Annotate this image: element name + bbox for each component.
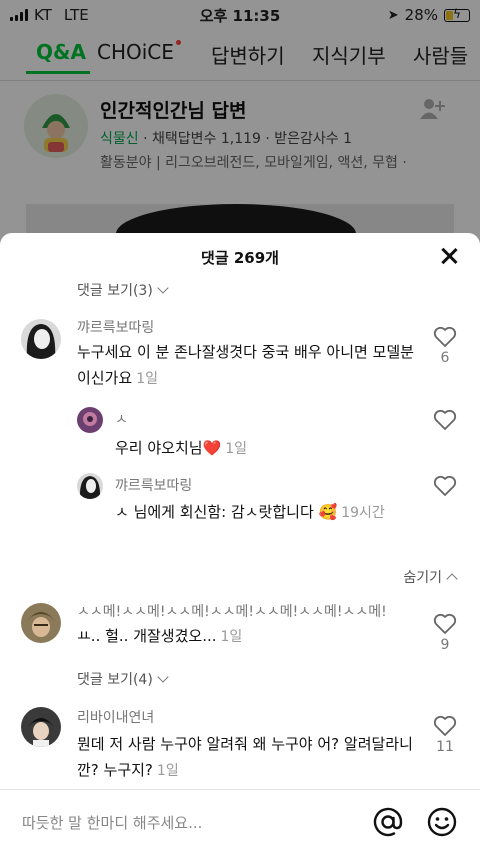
comment-body: 뭔데 저 사람 누구야 알려줘 왜 누구야 어? 알려달라니깐? 누구지? [77,735,413,779]
like-button[interactable] [430,409,460,431]
heart-icon [433,409,457,430]
comment-time: 1일 [220,629,243,645]
reply-time: 19시간 [341,505,385,521]
user-avatar[interactable] [21,707,61,747]
heart-icon [433,326,457,347]
comment-input[interactable]: 따듯한 말 한마디 해주세요... [22,812,202,833]
hide-replies-label: 숨기기 [403,570,442,586]
comment-item: 꺄르륵보따링 누구세요 이 분 존나잘생겻다 중국 배우 아니면 모델분이신가요… [21,319,461,399]
chevron-down-icon [157,282,169,294]
heart-icon [433,475,457,496]
heart-icon [433,715,457,736]
comment-time: 1일 [136,371,158,387]
like-button[interactable]: 11 [430,715,460,755]
like-button[interactable]: 9 [430,613,460,653]
heart-icon [433,613,457,634]
comment-count-title: 댓글 269개 [201,249,279,267]
like-button[interactable]: 6 [430,326,460,366]
view-replies-button[interactable]: 댓글 보기(3) [77,280,169,300]
reply-text: 우리 야오치님❤️ 1일 [115,435,365,462]
reply-item: ㅅ 우리 야오치님❤️ 1일 [77,407,377,467]
reply-text: ㅅ 님에게 회신함: 감ㅅ랏합니다 🥰 19시간 [115,499,385,526]
reply-body: ㅅ 님에게 회신함: 감ㅅ랏합니다 🥰 [115,503,338,521]
hide-replies-button[interactable]: 숨기기 [403,567,458,587]
like-count: 11 [436,739,454,755]
user-avatar[interactable] [77,407,103,433]
view-replies-label: 댓글 보기(4) [77,672,153,688]
reply-time: 1일 [225,441,248,457]
reply-username[interactable]: 꺄르륵보따링 [115,475,192,495]
comment-username[interactable]: 리바이내연녀 [77,707,154,727]
comment-body: ㅛ.. 헐.. 개잘생겼오... [77,627,217,645]
view-replies-label: 댓글 보기(3) [77,283,153,299]
comment-text: ㅛ.. 헐.. 개잘생겼오... 1일 [77,623,397,650]
comment-compose-bar: 따듯한 말 한마디 해주세요... [0,789,480,854]
user-avatar[interactable] [77,473,103,499]
comment-item: ㅅㅅ메!ㅅㅅ메!ㅅㅅ메!ㅅㅅ메!ㅅㅅ메!ㅅㅅ메!ㅅㅅ메! ㅛ.. 헐.. 개잘생… [21,603,461,663]
reply-body: 우리 야오치님❤️ [115,439,222,457]
comment-text: 뭔데 저 사람 누구야 알려줘 왜 누구야 어? 알려달라니깐? 누구지? 1일 [77,731,422,784]
reply-item: 꺄르륵보따링 ㅅ 님에게 회신함: 감ㅅ랏합니다 🥰 19시간 [77,473,385,553]
user-avatar[interactable] [21,319,61,359]
user-avatar[interactable] [21,603,61,643]
reply-username[interactable]: ㅅ [115,409,128,429]
comment-username[interactable]: ㅅㅅ메!ㅅㅅ메!ㅅㅅ메!ㅅㅅ메!ㅅㅅ메!ㅅㅅ메!ㅅㅅ메! [77,601,417,621]
like-button[interactable] [430,475,460,497]
comment-text: 누구세요 이 분 존나잘생겻다 중국 배우 아니면 모델분이신가요 1일 [77,339,417,392]
at-icon[interactable] [372,806,404,838]
chevron-up-icon [446,573,458,585]
comment-sheet: 댓글 269개 댓글 보기(3) 꺄르륵보따링 누구세요 이 분 존나잘생겻다 … [0,233,480,854]
view-replies-button[interactable]: 댓글 보기(4) [77,669,169,689]
chevron-down-icon [157,671,169,683]
comment-time: 1일 [156,763,179,779]
close-icon[interactable] [440,247,458,265]
emoji-icon[interactable] [426,806,458,838]
like-count: 6 [440,350,450,366]
comment-username[interactable]: 꺄르륵보따링 [77,317,154,337]
comment-item: 리바이내연녀 뭔데 저 사람 누구야 알려줘 왜 누구야 어? 알려달라니깐? … [21,707,461,787]
like-count: 9 [440,637,450,653]
comment-body: 누구세요 이 분 존나잘생겻다 중국 배우 아니면 모델분이신가요 [77,343,414,387]
